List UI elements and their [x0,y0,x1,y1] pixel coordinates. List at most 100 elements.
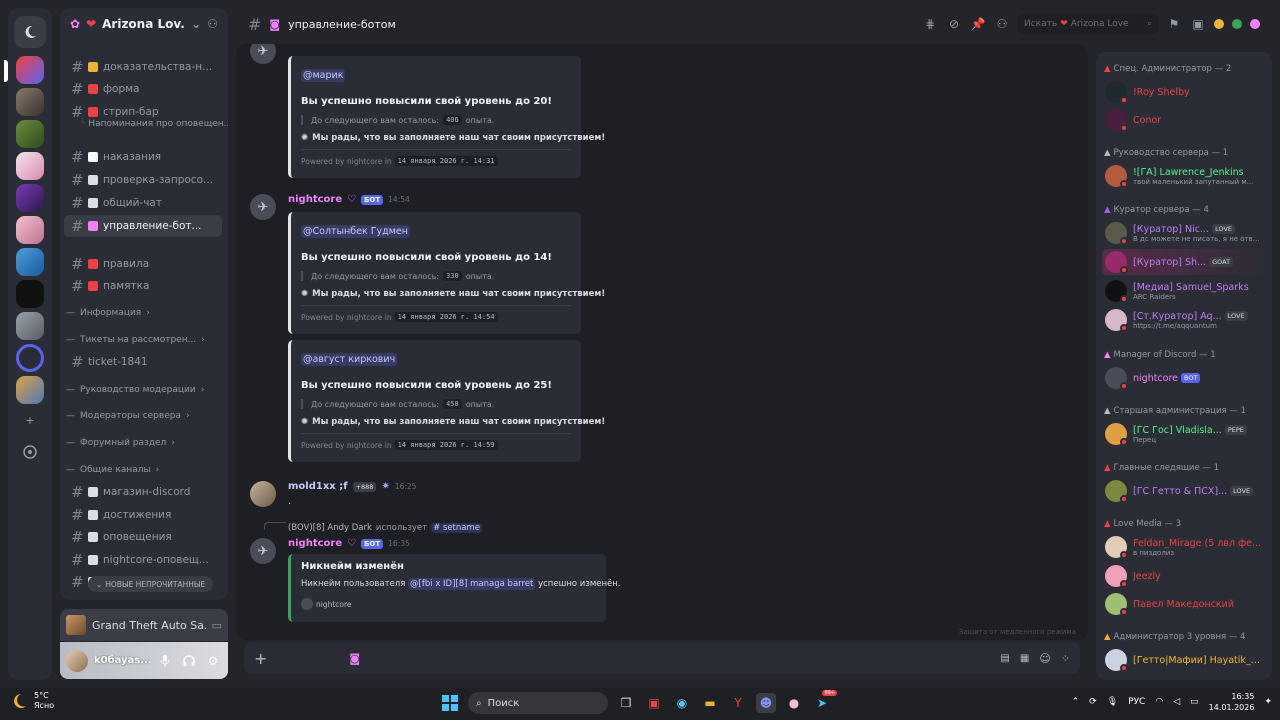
volume-icon[interactable]: ◁ [1173,697,1180,707]
channel-item[interactable]: # памятка [64,275,222,297]
close-button[interactable] [1250,19,1260,29]
activity-panel[interactable]: Grand Theft Auto Sa... ▭ [60,609,228,641]
notifications-icon[interactable]: ✦ [1264,697,1272,707]
server-icon-4[interactable] [16,152,44,180]
command-mention[interactable]: # setname [431,523,482,533]
channel-item[interactable]: # управление-бот... [64,215,222,237]
discover-icon[interactable] [22,444,38,460]
gear-icon[interactable]: ⚙ [204,652,222,670]
server-icon-2[interactable] [16,88,44,116]
status-dot [1120,295,1128,303]
members-icon[interactable]: ⚇ [994,16,1010,32]
member-item[interactable]: Feldan_Mirage (5 лвл фе... в пиздолиз [1102,534,1266,560]
member-item[interactable]: ![ГА] Lawrence_Jenkins твой маленький зап… [1102,163,1266,189]
channel-item[interactable]: # наказания [64,146,222,168]
channel-item[interactable]: # форма [64,78,222,100]
channel-item[interactable]: # общий-чат [64,192,222,214]
server-icon-7[interactable] [16,248,44,276]
new-unread-pill[interactable]: ⌄ НОВЫЕ НЕПРОЧИТАННЫЕ [88,576,214,592]
minimize-button[interactable] [1214,19,1224,29]
member-item[interactable]: Jeezly [1102,563,1266,589]
channel-item[interactable]: # доказательства-н... [64,56,222,78]
member-item[interactable]: !Roy Shelby [1102,79,1266,105]
member-item[interactable]: [Ст.Куратор] Aq... LOVE https://t.me/aqqua… [1102,307,1266,333]
channel-hidden[interactable]: # nightcore-plus [64,595,222,600]
help-icon[interactable]: ▣ [1190,16,1206,32]
server-icon-3[interactable] [16,120,44,148]
headphones-icon[interactable] [180,652,198,670]
role-icon: ▲ [1104,406,1111,416]
gift-icon [88,487,98,497]
apps-icon[interactable]: ⁘ [1061,652,1070,665]
channel-item[interactable]: # правила [64,253,222,275]
message-input[interactable]: + ◙ ▤ ▦ ☺ ⁘ [244,642,1080,674]
add-member-icon[interactable]: ⚇ [207,17,218,31]
channel-item[interactable]: # nightcore-оповещ... [64,549,222,571]
search-input[interactable]: Искать ❤ Arizona Love ⌕ [1018,14,1158,34]
discord-icon[interactable]: ☻ [756,693,776,713]
server-icon-8[interactable] [16,280,44,308]
member-item[interactable]: nightcore BOT [1102,365,1266,391]
gif-icon[interactable]: ▤ [1000,653,1009,664]
thread-item[interactable]: └ Напоминания про оповещен... [80,119,228,129]
home-button[interactable] [14,16,46,48]
member-item[interactable]: [Куратор] Sh... GOAT [1102,249,1266,275]
channel-category[interactable]: — Руководство модерации › [66,382,222,398]
microphone-icon[interactable] [156,652,174,670]
app-avatar-icon[interactable]: ● [784,693,804,713]
channel-item[interactable]: # оповещения [64,526,222,548]
search-icon: ⌕ [1146,19,1152,29]
member-item[interactable]: [ГС Гос] Vladisla... PEPE Перец [1102,421,1266,447]
task-view-icon[interactable]: ❐ [616,693,636,713]
channel-item[interactable]: # проверка-запросо... [64,169,222,191]
channel-item[interactable]: # ticket-1841 [64,351,222,373]
channel-item[interactable]: # достижения [64,504,222,526]
channel-item[interactable]: # магазин-discord [64,481,222,503]
avatar[interactable] [66,649,88,672]
threads-icon[interactable]: ⋕ [922,16,938,32]
add-server-icon[interactable]: + [22,412,38,428]
member-item[interactable]: [Куратор] Nic... LOVE В дс можете не писат… [1102,220,1266,246]
channel-category[interactable]: — Информация › [66,305,222,321]
username[interactable]: k0бayas... [94,655,150,666]
wifi-icon[interactable]: ◠ [1155,697,1163,707]
sync-icon[interactable]: ⟳ [1089,697,1097,707]
chevron-up-icon[interactable]: ⌃ [1072,697,1080,707]
notifications-off-icon[interactable]: ⊘ [946,16,962,32]
language-indicator[interactable]: РУС [1128,697,1145,707]
channel-category[interactable]: — Тикеты на рассмотрен... › [66,332,222,348]
server-icon-5[interactable] [16,184,44,212]
add-attachment-icon[interactable]: + [254,649,267,668]
guild-header[interactable]: ✿ ❤ Arizona Lov... ⌄ ⚇ [60,8,228,40]
yandex-icon[interactable]: Y [728,693,748,713]
store-icon[interactable]: ▣ [644,693,664,713]
member-item[interactable]: [Гетто|Мафии] Hayatik_K... [1102,647,1266,673]
edge-icon[interactable]: ◉ [672,693,692,713]
weather-widget[interactable]: 5°C Ясно [10,691,54,711]
member-item[interactable]: [ГС Гетто & ПСХ]... LOVE [1102,478,1266,504]
pin-icon[interactable]: 📌 [970,16,986,32]
taskbar-search[interactable]: ⌕ Поиск [468,692,608,714]
channel-category[interactable]: — Общие каналы › [66,462,222,478]
member-item[interactable]: Павел Македонский [1102,591,1266,617]
sticker-icon[interactable]: ▦ [1020,653,1029,664]
server-icon-6[interactable] [16,216,44,244]
microphone-icon[interactable]: 🎙 [1107,697,1118,707]
battery-icon[interactable]: ▭ [1190,697,1199,707]
server-icon-10[interactable] [16,344,44,372]
server-arizona-love[interactable] [16,56,44,84]
folder-icon[interactable]: ▬ [700,693,720,713]
screen-share-icon[interactable]: ▭ [212,619,222,632]
server-icon-9[interactable] [16,312,44,340]
server-icon-11[interactable] [16,376,44,404]
member-item[interactable]: [Медиа] Samuel_Sparks ARC Raiders [1102,278,1266,304]
member-item[interactable]: Conor [1102,107,1266,133]
maximize-button[interactable] [1232,19,1242,29]
emoji-icon[interactable]: ☺ [1039,652,1050,665]
windows-start-icon[interactable] [440,693,460,713]
telegram-icon[interactable]: ➤ 99+ [812,690,837,713]
channel-category[interactable]: — Форумный раздел › [66,435,222,451]
clock[interactable]: 16:35 14.01.2026 [1209,691,1255,713]
channel-category[interactable]: — Модераторы сервера › [66,408,222,424]
inbox-icon[interactable]: ⚑ [1166,16,1182,32]
